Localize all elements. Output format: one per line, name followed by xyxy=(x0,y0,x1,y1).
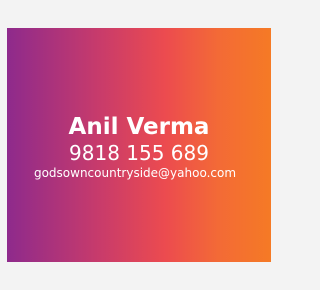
contact-details: Anil Verma 9818 155 689 godsowncountrysi… xyxy=(7,113,271,182)
contact-phone[interactable]: 9818 155 689 xyxy=(7,140,271,166)
page: Anil Verma 9818 155 689 godsowncountrysi… xyxy=(0,0,271,290)
contact-email[interactable]: godsowncountryside@yahoo.com xyxy=(7,164,271,182)
contact-name: Anil Verma xyxy=(68,114,210,140)
contact-card: Anil Verma 9818 155 689 godsowncountrysi… xyxy=(7,28,271,262)
